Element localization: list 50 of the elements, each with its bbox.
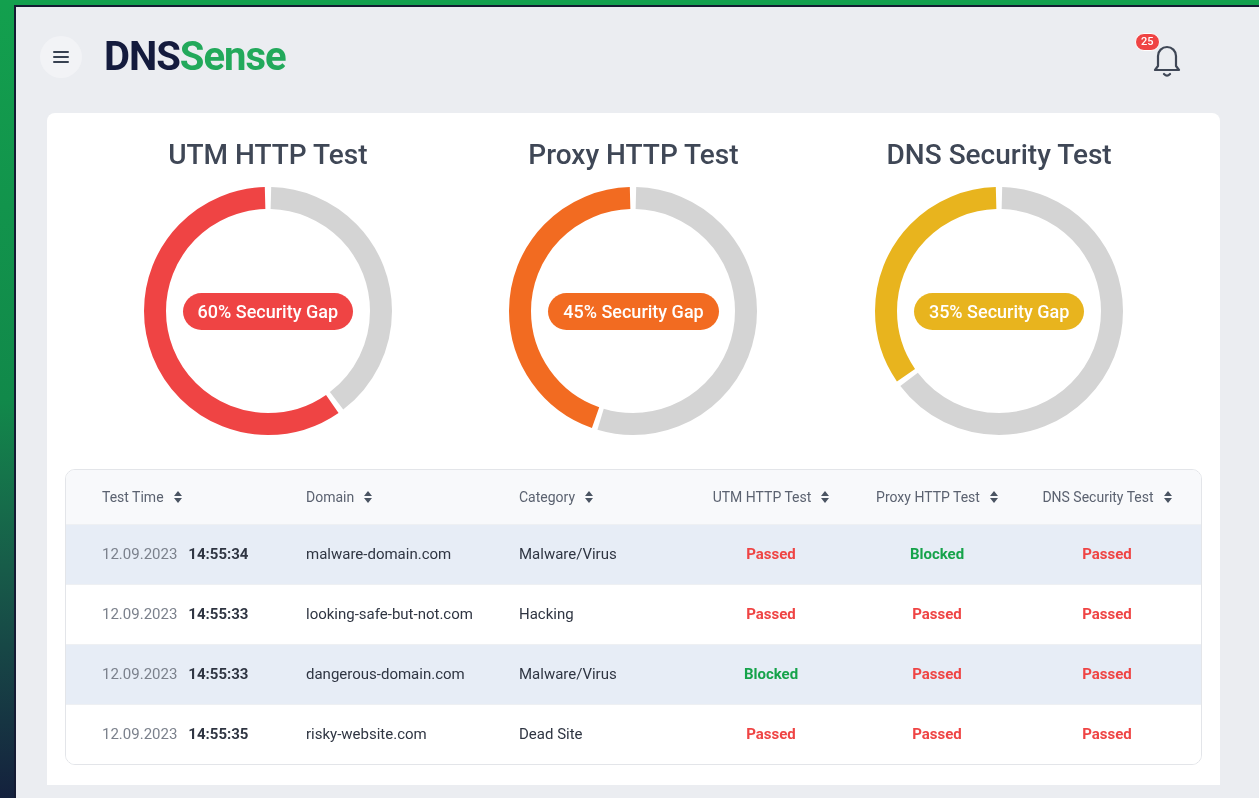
status-text: Blocked — [909, 544, 965, 566]
sort-icon — [1163, 491, 1172, 503]
table-cell-text: Malware/Virus — [519, 544, 617, 566]
status-text: Passed — [1082, 664, 1132, 686]
table-cell-text: 12.09.2023 — [102, 724, 178, 746]
gauge-title: UTM HTTP Test — [168, 141, 368, 169]
gap-badge: 35% Security Gap — [913, 292, 1085, 330]
status-text: Passed — [1082, 544, 1132, 566]
column-header[interactable]: DNS Security Test — [1042, 486, 1172, 508]
table-cell-text: Malware/Virus — [519, 664, 617, 686]
menu-icon — [53, 51, 69, 63]
column-header[interactable]: Proxy HTTP Test — [876, 486, 998, 508]
column-header[interactable]: Test Time — [102, 486, 182, 508]
status-text: Passed — [912, 664, 962, 686]
status-text: Passed — [1082, 724, 1132, 746]
status-text: Passed — [746, 544, 796, 566]
status-text: Passed — [1082, 604, 1132, 626]
table-cell-text: 12.09.2023 — [102, 664, 178, 686]
table-cell-text: 14:55:35 — [188, 724, 249, 746]
notification-count: 25 — [1135, 33, 1160, 51]
table-cell-text: 12.09.2023 — [102, 544, 178, 566]
table-cell-text: looking-safe-but-not.com — [306, 604, 473, 626]
table-cell-text: 12.09.2023 — [102, 604, 178, 626]
menu-button[interactable] — [40, 36, 82, 78]
column-header[interactable]: UTM HTTP Test — [712, 486, 830, 508]
logo: DNSSense — [104, 37, 286, 77]
table-cell-text: 14:55:33 — [188, 604, 249, 626]
table-cell-text: risky-website.com — [306, 724, 427, 746]
table-cell-text: dangerous-domain.com — [306, 664, 465, 686]
status-text: Passed — [912, 604, 962, 626]
sort-icon — [173, 491, 182, 503]
gap-badge: 60% Security Gap — [182, 292, 354, 330]
table-cell-text: Hacking — [519, 604, 574, 626]
status-text: Passed — [746, 724, 796, 746]
sort-icon — [821, 491, 830, 503]
sort-icon — [989, 491, 998, 503]
sort-icon — [585, 491, 594, 503]
gauge-title: Proxy HTTP Test — [528, 141, 739, 169]
status-text: Blocked — [743, 664, 799, 686]
table-cell-text: 14:55:33 — [188, 664, 249, 686]
column-header[interactable]: Domain — [306, 486, 373, 508]
table-cell-text: 14:55:34 — [188, 544, 249, 566]
table-cell-text: Dead Site — [519, 724, 583, 746]
gauge-title: DNS Security Test — [886, 141, 1112, 169]
table-cell-text: malware-domain.com — [306, 544, 452, 566]
column-header[interactable]: Category — [519, 486, 594, 508]
status-text: Passed — [746, 604, 796, 626]
sort-icon — [364, 491, 373, 503]
status-text: Passed — [912, 724, 962, 746]
gap-badge: 45% Security Gap — [548, 292, 719, 330]
